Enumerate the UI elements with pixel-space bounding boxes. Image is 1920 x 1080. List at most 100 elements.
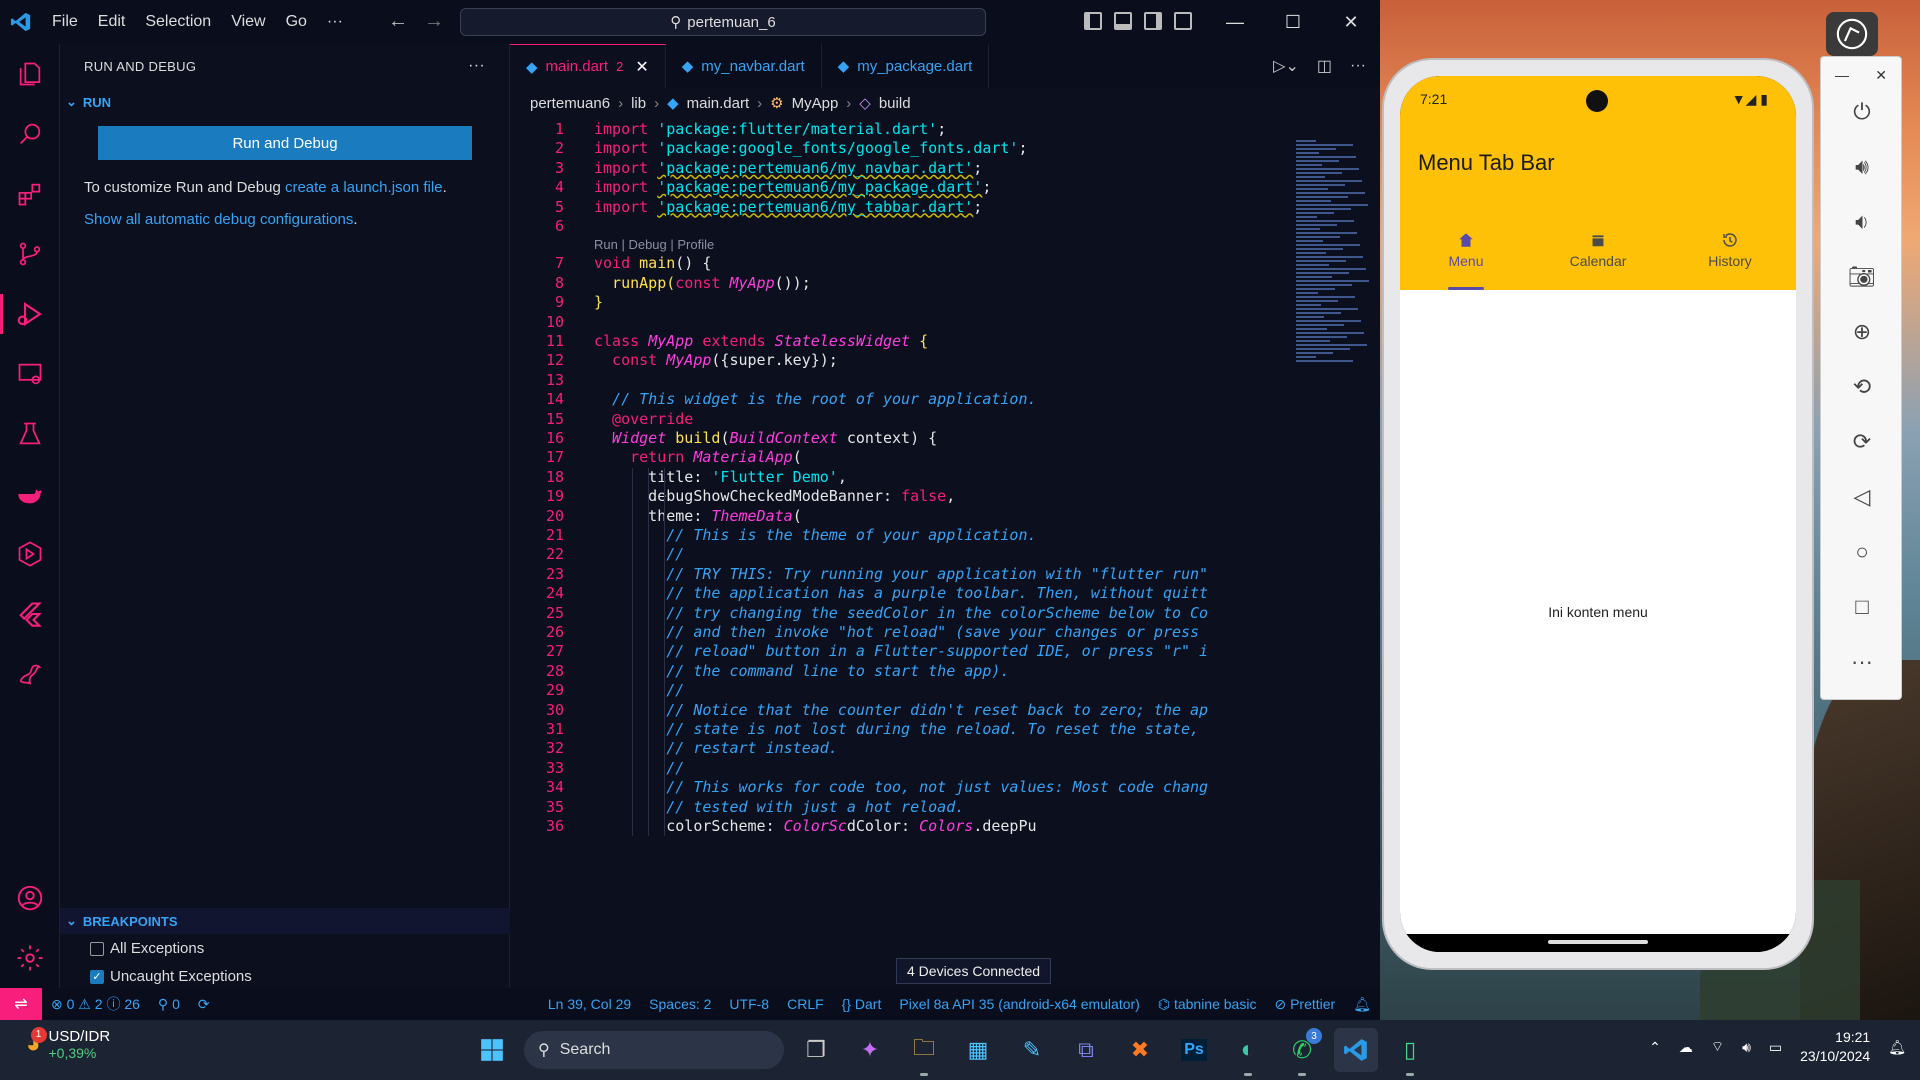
rotate-right-icon[interactable]: ⟳ — [1821, 414, 1903, 469]
code-line[interactable]: colorScheme: ColorScdColor: Colors.deepP… — [594, 817, 1036, 835]
menu-view[interactable]: View — [221, 0, 275, 44]
breadcrumb-folder[interactable]: lib — [631, 95, 646, 112]
code-line[interactable]: // tested with just a hot reload. — [594, 798, 964, 816]
close-tab-icon[interactable]: ✕ — [635, 57, 648, 77]
whatsapp-icon[interactable]: ✆ 3 — [1280, 1028, 1324, 1076]
teams-icon[interactable]: ⧉ — [1064, 1028, 1108, 1072]
xampp-icon[interactable]: ✖ — [1118, 1028, 1162, 1072]
vscode-taskbar-icon[interactable] — [1334, 1028, 1378, 1072]
zoom-icon[interactable]: ⊕ — [1821, 304, 1903, 359]
photoshop-icon[interactable]: Ps — [1172, 1028, 1216, 1072]
copilot-icon[interactable]: ✦ — [848, 1028, 892, 1072]
line-endings[interactable]: CRLF — [778, 996, 833, 1012]
prettier-status[interactable]: ⊘ Prettier — [1265, 996, 1344, 1013]
file-explorer-icon[interactable]: 🗀︎ — [902, 1028, 946, 1076]
code-line[interactable]: } — [594, 293, 603, 311]
back-arrow-icon[interactable]: ← — [388, 10, 408, 33]
code-line[interactable]: import 'package:pertemuan6/my_tabbar.dar… — [594, 198, 982, 216]
show-all-debug-configs-link[interactable]: Show all automatic debug configurations — [84, 211, 353, 228]
menu-file[interactable]: File — [42, 0, 88, 44]
code-line[interactable]: runApp(const MyApp()); — [594, 274, 811, 292]
rotate-left-icon[interactable]: ⟲ — [1821, 359, 1903, 414]
code-line[interactable]: // state is not lost during the reload. … — [594, 720, 1208, 738]
close-icon[interactable]: ✕ — [1875, 67, 1887, 84]
code-line[interactable]: import 'package:flutter/material.dart'; — [594, 120, 946, 138]
all-exceptions-checkbox[interactable] — [90, 941, 104, 956]
codelens-run-debug-profile[interactable]: Run | Debug | Profile — [594, 237, 714, 252]
code-line[interactable]: return MaterialApp( — [594, 448, 802, 466]
phone-tab-menu[interactable]: Menu — [1400, 210, 1532, 290]
ports-status[interactable]: ⚲ 0 — [149, 996, 189, 1013]
docker-icon[interactable] — [0, 464, 60, 524]
home-icon[interactable]: ○ — [1821, 524, 1903, 579]
close-icon[interactable]: ✕ — [1322, 0, 1380, 44]
toggle-sidebar-icon[interactable] — [1084, 12, 1102, 30]
edge-browser-icon[interactable]: ◐ — [1226, 1028, 1270, 1076]
code-line[interactable]: // This widget is the root of your appli… — [594, 390, 1036, 408]
customize-layout-icon[interactable] — [1174, 12, 1192, 30]
camera-icon[interactable]: 📷︎ — [1821, 249, 1903, 304]
breadcrumb-file[interactable]: main.dart — [687, 95, 750, 112]
start-windows-icon[interactable] — [470, 1028, 514, 1072]
uncaught-exceptions-checkbox[interactable]: ✓ — [90, 969, 104, 984]
minimize-icon[interactable]: — — [1835, 67, 1849, 84]
code-line[interactable]: @override — [594, 410, 693, 428]
tab-my-package-dart[interactable]: ◆ my_package.dart — [822, 44, 990, 88]
tab-my-navbar-dart[interactable]: ◆ my_navbar.dart — [666, 44, 822, 88]
breakpoint-item[interactable]: ✓ Uncaught Exceptions — [90, 968, 252, 985]
power-icon[interactable]: ⏻ — [1821, 84, 1903, 139]
search-icon[interactable] — [0, 104, 60, 164]
remote-explorer-icon[interactable] — [0, 344, 60, 404]
breadcrumb-class[interactable]: MyApp — [792, 95, 839, 112]
code-line[interactable]: // try changing the seedColor in the col… — [594, 604, 1208, 622]
command-center-search[interactable]: ⚲ pertemuan_6 — [460, 8, 986, 36]
code-line[interactable]: import 'package:google_fonts/google_font… — [594, 139, 1027, 157]
code-line[interactable]: import 'package:pertemuan6/my_navbar.dar… — [594, 159, 982, 177]
code-line[interactable]: // reload" button in a Flutter-supported… — [594, 642, 1208, 660]
ticker-widget[interactable]: ◕ 1 USD/IDR +0,39% — [26, 1026, 110, 1061]
run-and-debug-button[interactable]: Run and Debug — [98, 126, 472, 160]
settings-icon[interactable] — [0, 928, 60, 988]
code-line[interactable]: void main() { — [594, 254, 711, 272]
code-line[interactable]: // the application has a purple toolbar.… — [594, 584, 1208, 602]
tab-main-dart[interactable]: ◆ main.dart 2 ✕ — [510, 44, 666, 88]
code-line[interactable]: // restart instead. — [594, 739, 838, 757]
task-view-icon[interactable]: ❐ — [794, 1028, 838, 1072]
menu-go[interactable]: Go — [276, 0, 317, 44]
sketch-app-icon[interactable]: ✎ — [1010, 1028, 1054, 1072]
flutter-icon[interactable] — [0, 584, 60, 644]
android-emulator-icon[interactable]: ▯ — [1388, 1028, 1432, 1076]
maximize-icon[interactable]: ☐ — [1264, 0, 1322, 44]
menu-more[interactable]: ··· — [317, 0, 353, 44]
create-launch-json-link[interactable]: create a launch.json file — [285, 179, 443, 196]
code-line[interactable]: theme: ThemeData( — [594, 507, 802, 525]
code-line[interactable]: // This is the theme of your application… — [594, 526, 1036, 544]
code-line[interactable]: Widget build(BuildContext context) { — [594, 429, 937, 447]
battery-icon[interactable]: ▭ — [1769, 1039, 1782, 1056]
minimize-icon[interactable]: — — [1206, 0, 1264, 44]
phone-tab-calendar[interactable]: Calendar — [1532, 210, 1664, 290]
minimap[interactable] — [1296, 138, 1370, 418]
chevron-up-icon[interactable]: ⌃ — [1649, 1039, 1661, 1056]
code-line[interactable]: // Notice that the counter didn't reset … — [594, 701, 1208, 719]
microsoft-store-icon[interactable]: ▦ — [956, 1028, 1000, 1072]
testing-icon[interactable] — [0, 404, 60, 464]
code-line[interactable]: // — [594, 759, 684, 777]
volume-down-icon[interactable]: 🔉︎ — [1821, 194, 1903, 249]
code-line[interactable]: // — [594, 545, 684, 563]
flutter-device[interactable]: Pixel 8a API 35 (android-x64 emulator) — [890, 996, 1148, 1012]
back-icon[interactable]: ◁ — [1821, 469, 1903, 524]
notification-bell-icon[interactable]: 🔔︎ — [1888, 1039, 1906, 1056]
tabnine-status[interactable]: ⌬ tabnine basic — [1149, 996, 1266, 1013]
code-line[interactable]: // TRY THIS: Try running your applicatio… — [594, 565, 1208, 583]
more-icon[interactable]: ··· — [1821, 634, 1903, 689]
extensions-icon[interactable] — [0, 164, 60, 224]
code-line[interactable]: import 'package:pertemuan6/my_package.da… — [594, 178, 991, 196]
encoding[interactable]: UTF-8 — [720, 996, 778, 1012]
source-control-icon[interactable] — [0, 224, 60, 284]
breadcrumb-method[interactable]: build — [879, 95, 911, 112]
code-line[interactable]: const MyApp({super.key}); — [594, 351, 838, 369]
code-editor[interactable]: 1 import 'package:flutter/material.dart';… — [510, 118, 1290, 988]
code-line[interactable]: // and then invoke "hot reload" (save yo… — [594, 623, 1208, 641]
gitlens-icon[interactable] — [0, 524, 60, 584]
